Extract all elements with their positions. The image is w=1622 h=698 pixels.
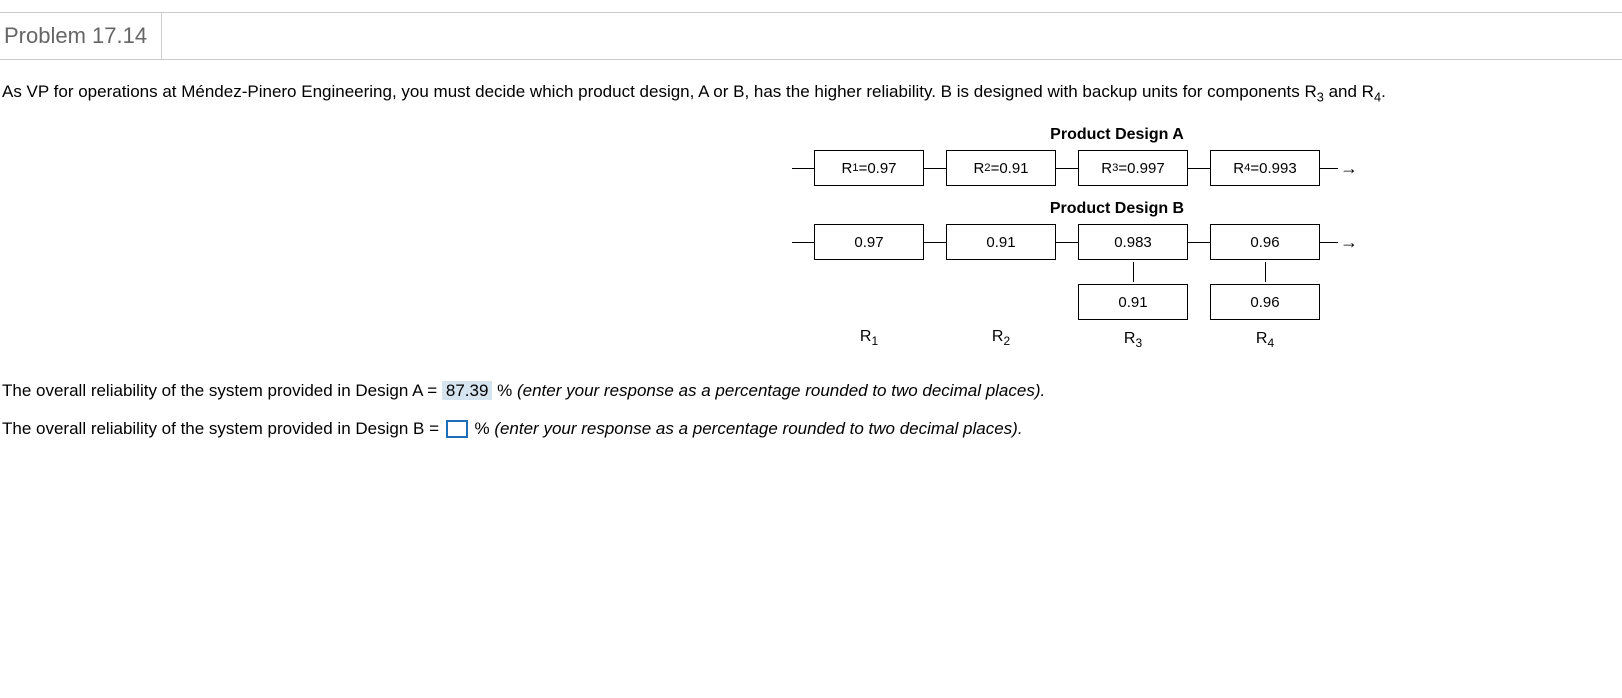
design-b-chain: 0.97 R1 0.91 R2 0.983 0.91 R3 [792,224,1442,350]
answer-a-pre: The overall reliability of the system pr… [2,381,442,400]
prompt-p3: . [1381,82,1386,101]
label-sub: 2 [1003,335,1010,349]
r-eq: =0.97 [859,160,897,177]
col-a-r2: R2=0.91 [946,150,1056,186]
label-prefix: R [992,328,1004,345]
answer-a-hint: (enter your response as a percentage rou… [517,381,1045,400]
answer-a-line: The overall reliability of the system pr… [2,381,1620,401]
label-sub: 1 [871,335,878,349]
col-a-r3: R3=0.997 [1078,150,1188,186]
prompt-p2: and R [1324,82,1374,101]
arrow-right-icon: → [1340,224,1358,260]
col-label-r4: R4 [1256,330,1274,350]
answer-b-post: % [474,419,494,438]
col-b-r3: 0.983 0.91 R3 [1078,224,1188,350]
component-box-b3-backup: 0.91 [1078,284,1188,320]
component-box-a3: R3=0.997 [1078,150,1188,186]
col-label-r3: R3 [1124,330,1142,350]
r-eq: =0.997 [1118,160,1164,177]
wire-segment [924,224,946,243]
problem-header: Problem 17.14 [0,13,1622,60]
label-prefix: R [860,328,872,345]
wire-segment [792,224,814,243]
col-b-r1: 0.97 R1 [814,224,924,348]
col-label-r2: R2 [992,328,1010,348]
r-eq: =0.91 [991,160,1029,177]
wire-segment [1056,150,1078,169]
col-b-r2: 0.91 R2 [946,224,1056,348]
wire-segment [1188,224,1210,243]
component-box-b4: 0.96 [1210,224,1320,260]
component-box-b1: 0.97 [814,224,924,260]
answer-b-pre: The overall reliability of the system pr… [2,419,444,438]
wire-segment [1320,150,1338,169]
component-box-a2: R2=0.91 [946,150,1056,186]
answer-a-post: % [497,381,517,400]
label-prefix: R [1256,330,1268,347]
label-sub: 3 [1135,337,1142,351]
prompt-sub2: 4 [1374,89,1381,104]
col-a-r4: R4=0.993 [1210,150,1320,186]
answer-b-line: The overall reliability of the system pr… [2,419,1620,439]
component-box-b2: 0.91 [946,224,1056,260]
wire-segment [1320,224,1338,243]
diagram-wrap: Product Design A R1=0.97 R2=0.91 R3=0.99… [792,126,1442,350]
design-b-title: Product Design B [792,200,1442,218]
wire-segment [792,150,814,169]
r-prefix: R [973,160,984,177]
col-a-r1: R1=0.97 [814,150,924,186]
wire-segment [1188,150,1210,169]
answer-b-input[interactable] [446,420,468,438]
design-a-title: Product Design A [792,126,1442,144]
answer-b-hint: (enter your response as a percentage rou… [494,419,1022,438]
wire-segment [1056,224,1078,243]
prompt-p1: As VP for operations at Méndez-Pinero En… [2,82,1317,101]
label-sub: 4 [1267,337,1274,351]
r-eq: =0.993 [1250,160,1296,177]
wire-segment [924,150,946,169]
problem-title: Problem 17.14 [0,13,162,59]
component-box-a1: R1=0.97 [814,150,924,186]
r-prefix: R [841,160,852,177]
component-box-b4-backup: 0.96 [1210,284,1320,320]
design-a-chain: R1=0.97 R2=0.91 R3=0.997 R4=0.993 [792,150,1442,186]
prompt-sub1: 3 [1317,89,1324,104]
component-box-a4: R4=0.993 [1210,150,1320,186]
content-area: As VP for operations at Méndez-Pinero En… [0,60,1622,469]
col-b-r4: 0.96 0.96 R4 [1210,224,1320,350]
label-prefix: R [1124,330,1136,347]
answer-a-value[interactable]: 87.39 [442,381,493,400]
prompt-text: As VP for operations at Méndez-Pinero En… [2,82,1620,104]
vertical-wire [1133,262,1134,282]
col-label-r1: R1 [860,328,878,348]
vertical-wire [1265,262,1266,282]
arrow-right-icon: → [1340,150,1358,186]
r-prefix: R [1233,160,1244,177]
component-box-b3: 0.983 [1078,224,1188,260]
r-prefix: R [1101,160,1112,177]
